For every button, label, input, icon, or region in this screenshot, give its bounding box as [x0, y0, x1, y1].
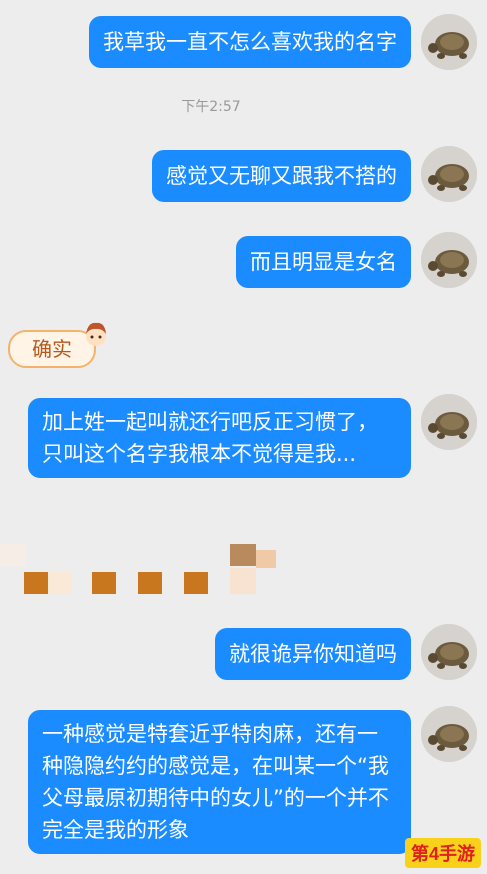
- avatar[interactable]: [421, 232, 477, 288]
- message-bubble[interactable]: 感觉又无聊又跟我不搭的: [152, 150, 411, 202]
- message-text: 而且明显是女名: [250, 250, 397, 274]
- turtle-icon: [421, 394, 477, 450]
- message-bubble[interactable]: 加上姓一起叫就还行吧反正习惯了，只叫这个名字我根本不觉得是我...: [28, 398, 411, 478]
- turtle-icon: [421, 706, 477, 762]
- message-text: 我草我一直不怎么喜欢我的名字: [103, 30, 397, 54]
- turtle-icon: [421, 146, 477, 202]
- message-text: 加上姓一起叫就还行吧反正习惯了，只叫这个名字我根本不觉得是我...: [42, 410, 378, 466]
- watermark-logo: 第4手游: [404, 838, 481, 868]
- turtle-icon: [421, 624, 477, 680]
- message-text: 感觉又无聊又跟我不搭的: [166, 164, 397, 188]
- avatar[interactable]: [421, 624, 477, 680]
- avatar[interactable]: [421, 706, 477, 762]
- message-bubble[interactable]: 而且明显是女名: [236, 236, 411, 288]
- turtle-icon: [421, 14, 477, 70]
- sticker-message[interactable]: 确实: [8, 320, 108, 368]
- avatar[interactable]: [421, 146, 477, 202]
- message-text: 一种感觉是特套近乎特肉麻，还有一种隐隐约约的感觉是，在叫某一个“我父母最原初期待…: [42, 722, 389, 842]
- timestamp: 下午2:57: [181, 99, 241, 115]
- avatar[interactable]: [421, 14, 477, 70]
- message-text: 就很诡异你知道吗: [229, 642, 397, 666]
- redacted-mosaic: [0, 544, 290, 594]
- message-bubble[interactable]: 就很诡异你知道吗: [215, 628, 411, 680]
- message-bubble[interactable]: 我草我一直不怎么喜欢我的名字: [89, 16, 411, 68]
- turtle-icon: [421, 232, 477, 288]
- message-bubble[interactable]: 一种感觉是特套近乎特肉麻，还有一种隐隐约约的感觉是，在叫某一个“我父母最原初期待…: [28, 710, 411, 854]
- cartoon-face-icon: [86, 322, 106, 346]
- avatar[interactable]: [421, 394, 477, 450]
